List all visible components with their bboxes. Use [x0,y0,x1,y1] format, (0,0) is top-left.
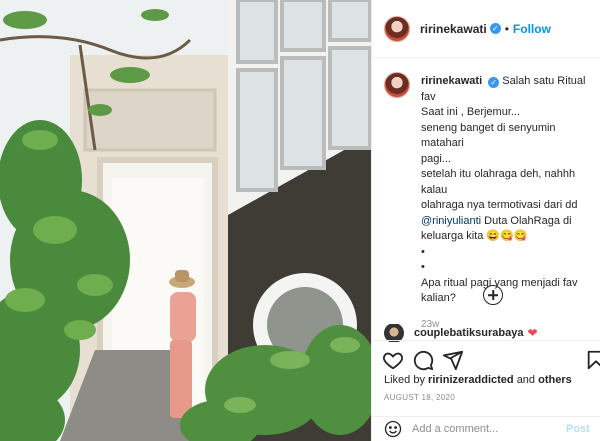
liked-by-prefix: Liked by [384,374,425,386]
caption-line: keluarga kita 😄😋😋 [421,230,528,242]
caption-line: Apa ritual pagi yang menjadi fav [421,276,578,289]
liked-by-others[interactable]: others [538,374,572,386]
paper-plane-icon[interactable] [442,349,464,371]
caption-author-username[interactable]: ririnekawati [421,75,482,87]
verified-badge-icon: ✓ [488,77,500,88]
comment-emoji: ❤ [527,326,538,340]
post-header: ririnekawati ✓ • Follow [372,0,600,58]
caption-body: ririnekawati ✓ Salah satu Ritual fav Saa… [421,74,599,332]
caption-line: kalian? [421,292,456,304]
caption-line: Saat ini , Berjemur... [421,106,521,118]
caption-bullet: • [421,261,425,273]
header-separator: • [504,21,509,36]
post-photo[interactable] [0,0,371,441]
author-username[interactable]: ririnekawati [420,22,487,36]
liked-by-user[interactable]: ririnizeraddicted [428,374,514,386]
post-side-panel: ririnekawati ✓ • Follow ririnekawati ✓ S… [371,0,600,441]
caption-author-avatar[interactable] [384,72,410,98]
plus-circle-icon[interactable] [483,285,503,305]
comment-input[interactable] [412,423,562,435]
post-actions-bar [372,340,600,374]
likes-summary: Liked by ririnizeraddicted and others [384,374,572,386]
verified-badge-icon: ✓ [489,23,501,34]
caption-mention-link[interactable]: @riniyulianti [421,215,481,227]
caption-line: olahraga nya termotivasi dari dd [421,199,578,211]
caption-bullet: • [421,245,425,258]
post-comment-button[interactable]: Post [566,423,590,435]
heart-icon[interactable] [382,349,404,371]
smiley-icon[interactable] [384,420,402,438]
caption-line-rest: Duta OlahRaga di [484,214,572,227]
caption-line: pagi... [421,152,451,165]
liked-by-and: and [516,374,536,386]
caption-line: setelah itu olahraga deh, nahhh kalau [421,168,576,196]
bookmark-icon[interactable] [585,349,600,371]
add-comment-bar: Post [372,416,600,441]
commenter-username[interactable]: couplebatiksurabaya [414,327,523,339]
author-avatar[interactable] [384,15,410,42]
post-date[interactable]: AUGUST 18, 2020 [384,393,455,402]
comment-icon[interactable] [412,349,434,371]
follow-button[interactable]: Follow [513,22,551,36]
photo-illustration [0,0,371,441]
caption-line: seneng banget di senyumin matahari [421,121,556,150]
